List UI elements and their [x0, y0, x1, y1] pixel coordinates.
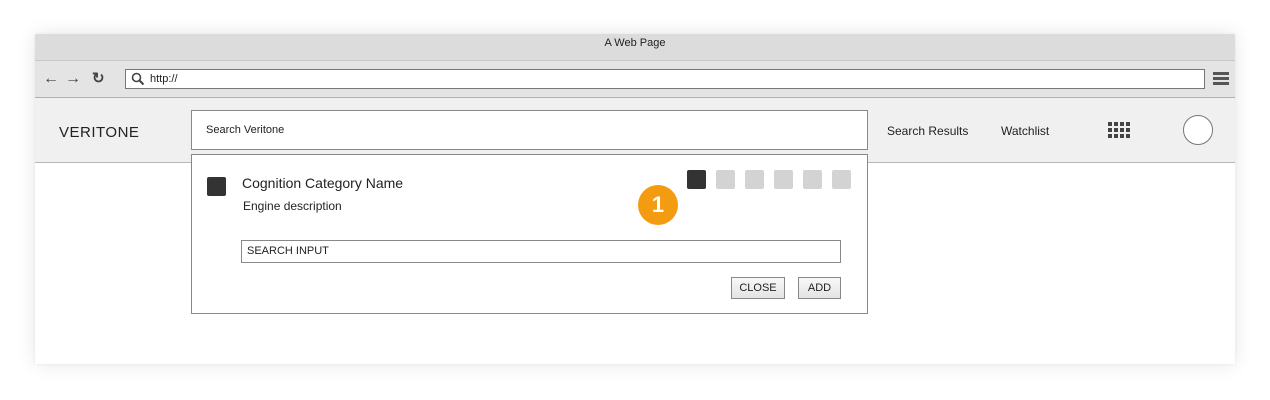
- window-titlebar: A Web Page: [35, 34, 1235, 61]
- engine-selector-square[interactable]: [832, 170, 851, 189]
- user-avatar[interactable]: [1183, 115, 1213, 145]
- engine-selector-square[interactable]: [774, 170, 793, 189]
- window-title: A Web Page: [604, 37, 666, 49]
- engine-selector-square[interactable]: [803, 170, 822, 189]
- nav-search-results[interactable]: Search Results: [887, 124, 968, 138]
- add-button[interactable]: ADD: [798, 277, 841, 299]
- brand-logo[interactable]: VERITONE: [59, 124, 139, 141]
- annotation-badge: 1: [638, 185, 678, 225]
- nav-watchlist[interactable]: Watchlist: [1001, 124, 1049, 138]
- engine-search-input[interactable]: SEARCH INPUT: [241, 240, 841, 263]
- engine-selector-square[interactable]: [745, 170, 764, 189]
- engine-selector-square[interactable]: [687, 170, 706, 189]
- annotation-badge-number: 1: [651, 192, 665, 217]
- app-search-placeholder: Search Veritone: [206, 124, 285, 136]
- category-icon: [207, 177, 226, 196]
- app-search-field[interactable]: Search Veritone: [191, 110, 868, 150]
- browser-window: A Web Page ← → ↻ http:// VERITONE Search…: [35, 34, 1235, 364]
- address-bar[interactable]: http://: [125, 69, 1205, 89]
- address-text: http://: [150, 73, 178, 85]
- close-button[interactable]: CLOSE: [731, 277, 785, 299]
- search-icon: [131, 72, 145, 91]
- engine-dropdown-panel: Cognition Category Name Engine descripti…: [191, 154, 868, 314]
- engine-selector-square[interactable]: [716, 170, 735, 189]
- browser-toolbar: ← → ↻ http://: [35, 61, 1235, 98]
- hamburger-menu-icon[interactable]: [1213, 72, 1229, 87]
- reload-icon[interactable]: ↻: [92, 70, 105, 88]
- category-name: Cognition Category Name: [242, 175, 404, 191]
- engine-description: Engine description: [243, 199, 342, 213]
- forward-arrow-icon[interactable]: →: [65, 70, 81, 88]
- back-arrow-icon[interactable]: ←: [43, 70, 59, 88]
- apps-grid-icon[interactable]: [1108, 122, 1132, 138]
